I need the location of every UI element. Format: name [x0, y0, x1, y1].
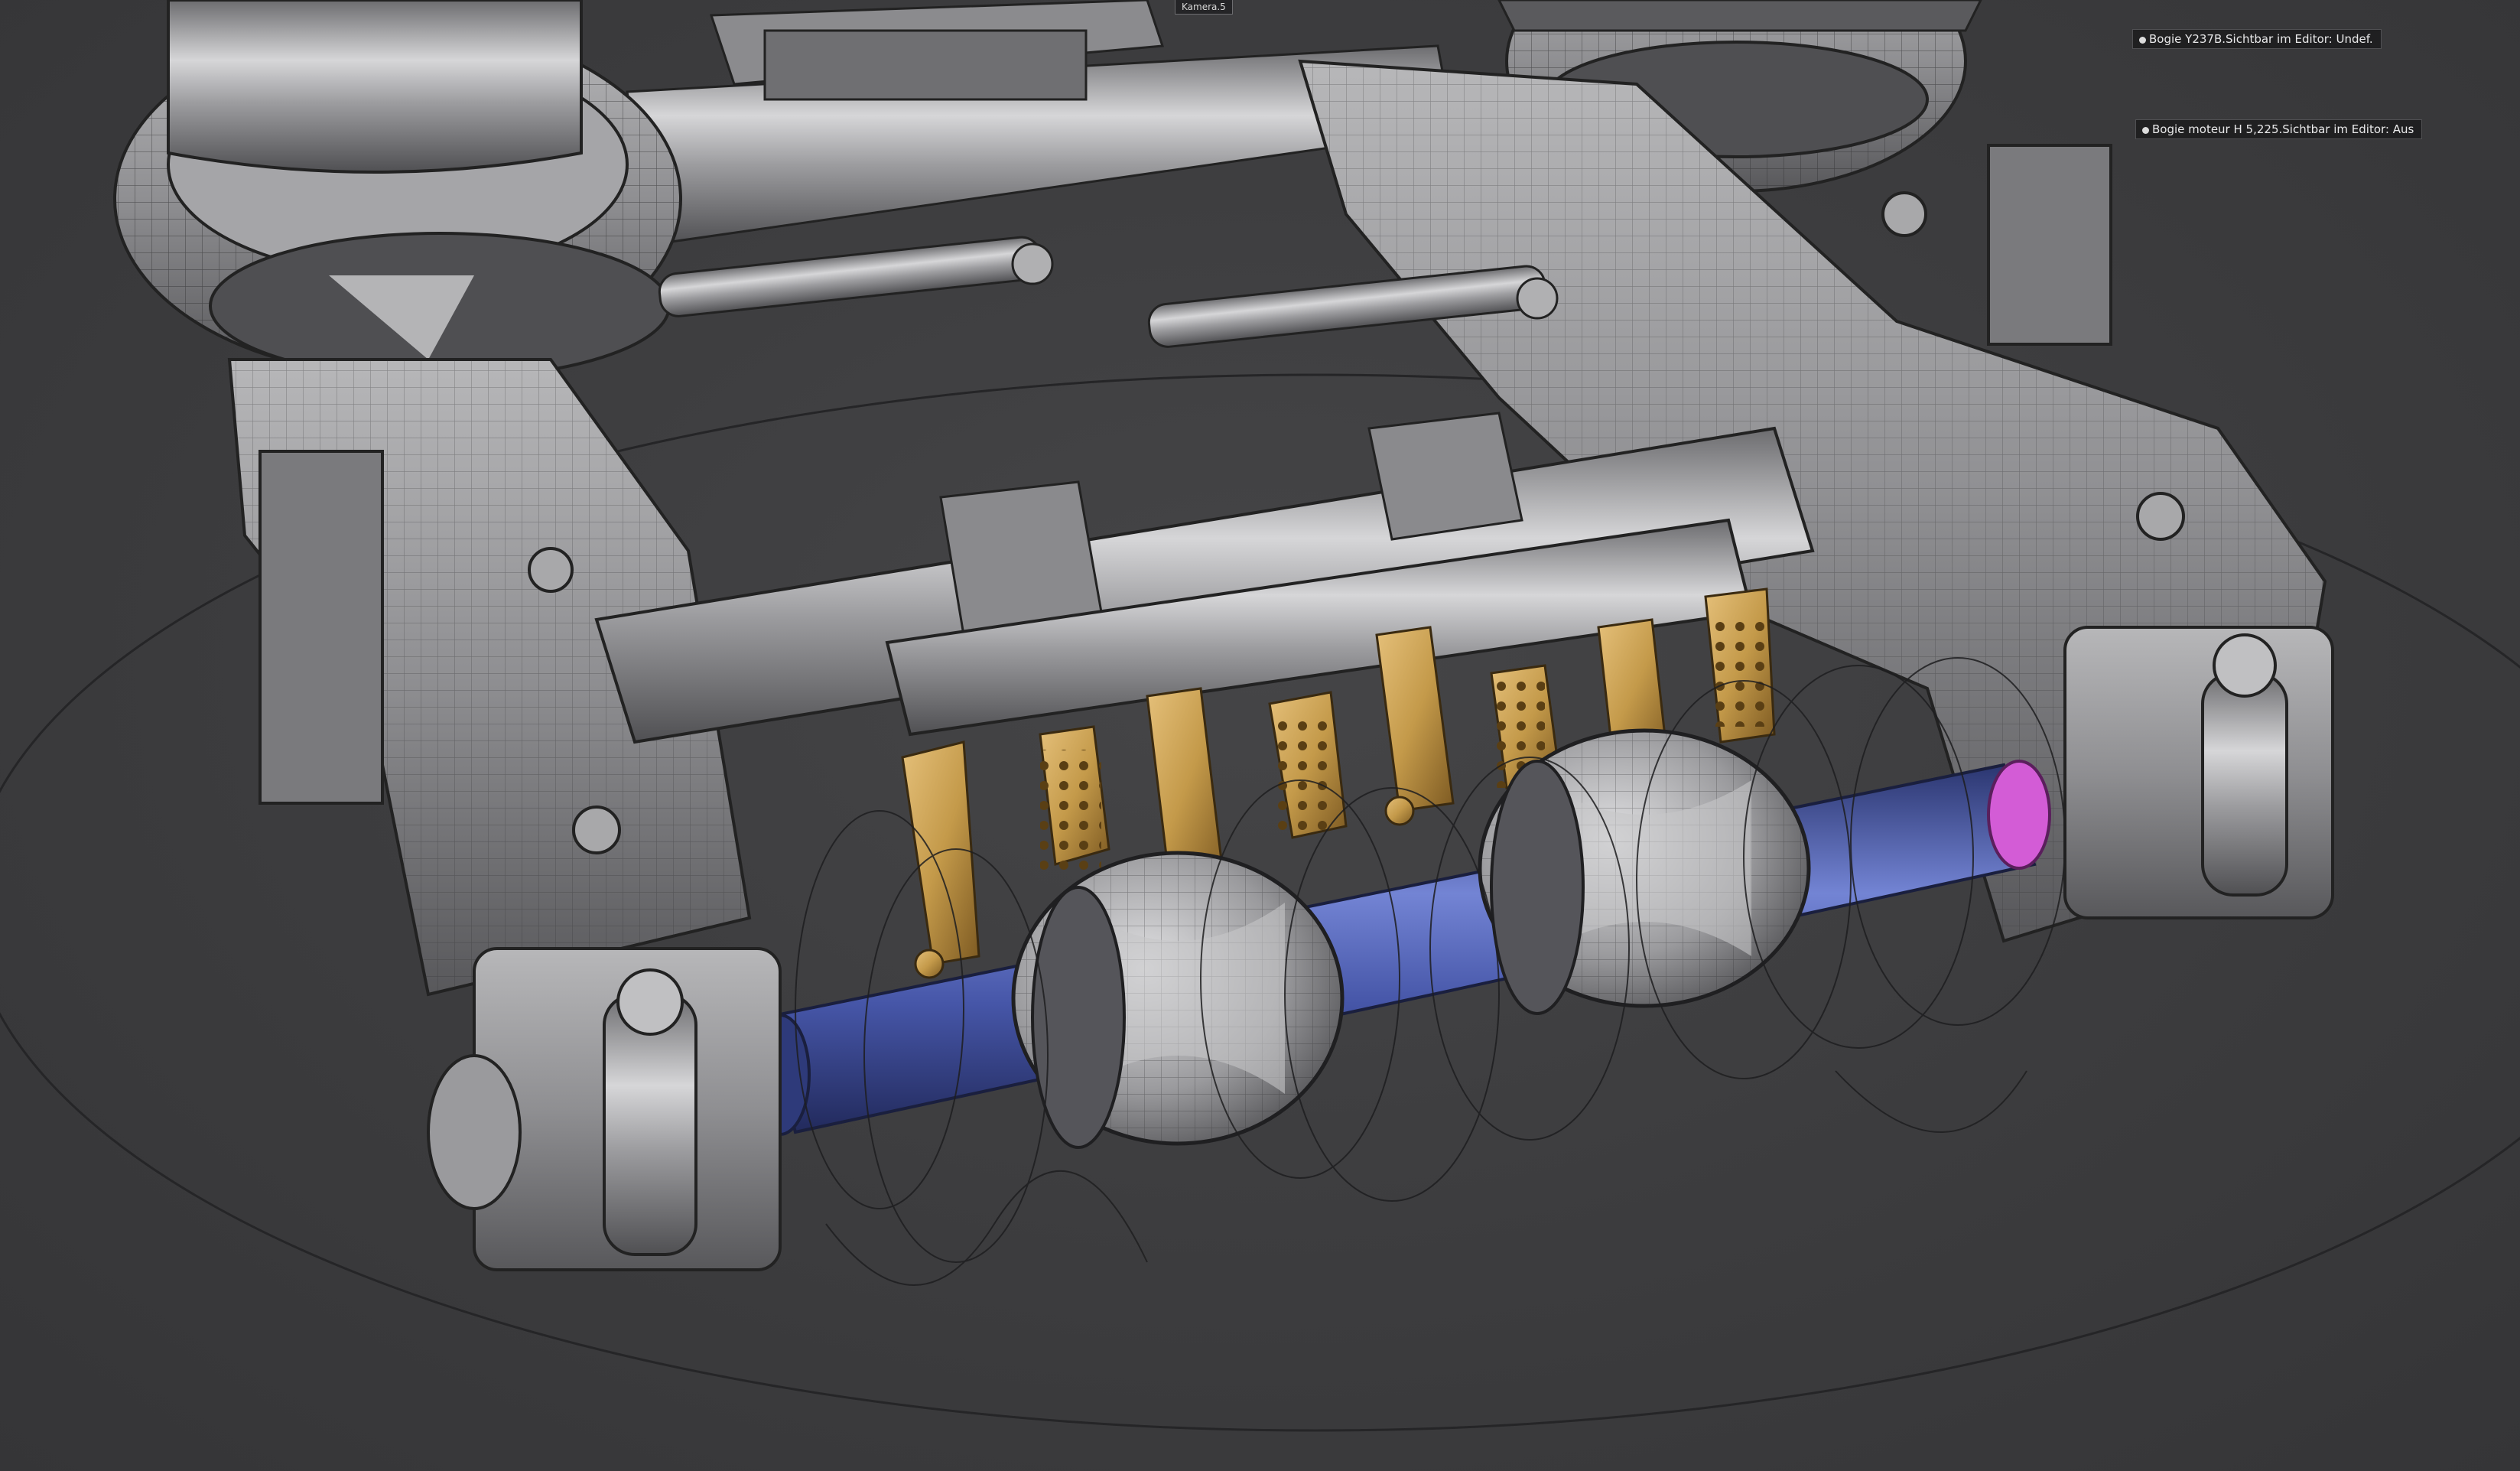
- axlebox-right[interactable]: [2063, 626, 2334, 919]
- tie-rod-upper[interactable]: [658, 236, 1054, 318]
- object-label-bogie-y237b[interactable]: Bogie Y237B.Sichtbar im Editor: Undef.: [2132, 29, 2382, 49]
- object-dot-icon: [2139, 37, 2146, 44]
- bogie-model-render[interactable]: [0, 0, 2520, 1471]
- camera-label: Kamera.5: [1175, 0, 1233, 15]
- wheel-left[interactable]: [1011, 851, 1345, 1149]
- air-spring-left[interactable]: [113, 0, 682, 380]
- object-dot-icon: [2142, 127, 2149, 134]
- axle-end-selected[interactable]: [1987, 760, 2051, 870]
- 3d-viewport[interactable]: Kamera.5 Bogie Y237B.Sichtbar im Editor:…: [0, 0, 2520, 1471]
- wheel-right[interactable]: [1478, 728, 1811, 1015]
- object-label-text: Bogie moteur H 5,225.Sichtbar im Editor:…: [2152, 122, 2414, 136]
- object-label-bogie-moteur[interactable]: Bogie moteur H 5,225.Sichtbar im Editor:…: [2135, 119, 2423, 139]
- axlebox-left[interactable]: [427, 947, 782, 1271]
- object-label-text: Bogie Y237B.Sichtbar im Editor: Undef.: [2149, 32, 2373, 46]
